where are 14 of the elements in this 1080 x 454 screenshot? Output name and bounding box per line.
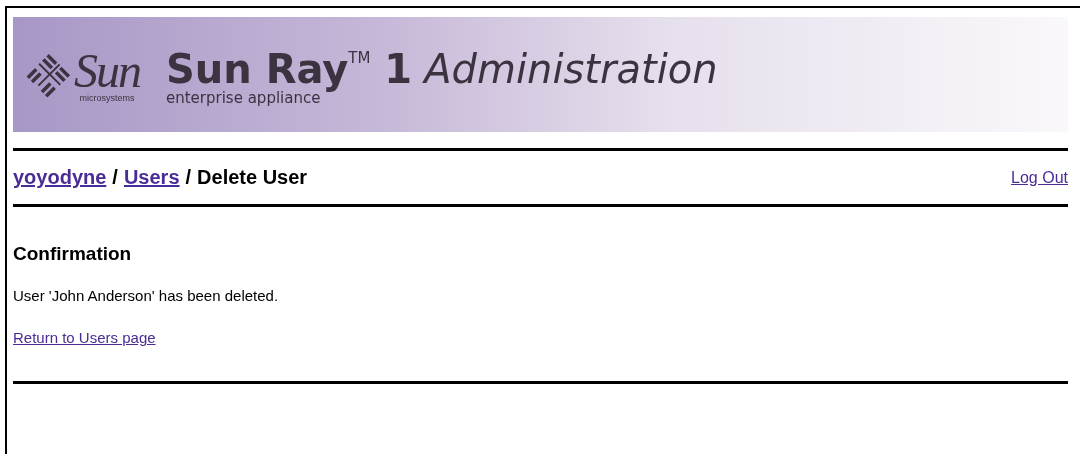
- tagline: enterprise appliance: [166, 88, 321, 107]
- section-heading: Confirmation: [13, 243, 133, 265]
- breadcrumb-separator: /: [112, 166, 118, 189]
- logo-subtitle: microsystems: [79, 92, 135, 103]
- confirmation-message: User 'John Anderson' has been deleted.: [13, 287, 280, 304]
- page-title: Administration: [424, 48, 718, 89]
- breadcrumb-link[interactable]: yoyodyne: [13, 166, 107, 189]
- breadcrumb-separator: /: [185, 166, 192, 189]
- logout-link[interactable]: Log Out: [1011, 168, 1068, 187]
- breadcrumb-current: Delete User: [197, 166, 308, 189]
- breadcrumb-link[interactable]: Users: [123, 166, 180, 189]
- logo-icon: [26, 51, 72, 98]
- logo-wordmark: Sun: [74, 46, 140, 95]
- return-link[interactable]: Return to Users page: [13, 329, 156, 346]
